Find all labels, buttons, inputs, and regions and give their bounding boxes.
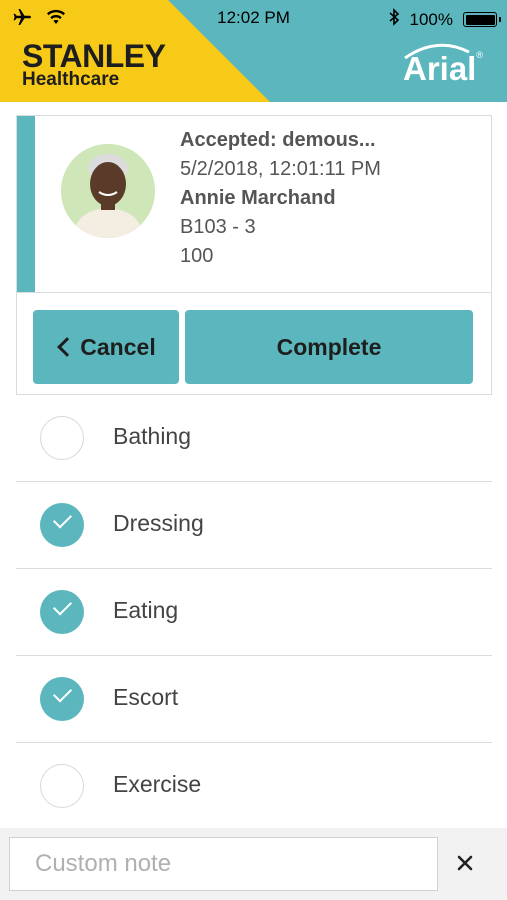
task-label: Eating [113, 597, 179, 623]
task-label: Exercise [113, 771, 202, 797]
app-header: 12:02 PM 100% STANLEY Healthcare Arial® [0, 0, 507, 102]
alert-accent-bar [17, 116, 35, 292]
task-item-escort[interactable]: Escort [16, 656, 492, 743]
checkbox-checked[interactable] [40, 677, 84, 721]
checkbox-unchecked[interactable] [40, 416, 84, 460]
alert-details: Accepted: demous... 5/2/2018, 12:01:11 P… [180, 126, 381, 271]
arial-logo: Arial® [403, 50, 483, 88]
custom-note-input[interactable] [9, 837, 438, 891]
chevron-left-icon [57, 337, 78, 357]
task-label: Bathing [113, 423, 192, 449]
alert-datetime: 5/2/2018, 12:01:11 PM [180, 158, 381, 180]
complete-button[interactable]: Complete [185, 310, 473, 384]
note-bar [0, 828, 507, 900]
task-label: Escort [113, 684, 179, 710]
arial-logo-text: Arial [402, 50, 477, 87]
checkbox-checked[interactable] [40, 590, 84, 634]
task-item-bathing[interactable]: Bathing [16, 395, 492, 482]
alert-card: Accepted: demous... 5/2/2018, 12:01:11 P… [16, 115, 492, 293]
task-item-exercise[interactable]: Exercise [16, 743, 492, 830]
bluetooth-icon [388, 8, 400, 31]
trademark-symbol: ® [476, 50, 483, 60]
task-list: Bathing Dressing Eating Escort Exercise [16, 395, 492, 830]
avatar [61, 144, 155, 238]
task-item-eating[interactable]: Eating [16, 569, 492, 656]
battery-icon [463, 12, 501, 27]
alert-title: Accepted: demous... [180, 129, 376, 151]
action-bar: Cancel Complete [16, 293, 492, 395]
alert-code: 100 [180, 245, 214, 267]
complete-label: Complete [276, 333, 382, 360]
status-bar: 12:02 PM 100% [0, 0, 507, 36]
task-label: Dressing [113, 510, 204, 536]
task-item-dressing[interactable]: Dressing [16, 482, 492, 569]
battery-percent: 100% [409, 9, 453, 29]
checkbox-checked[interactable] [40, 503, 84, 547]
checkbox-unchecked[interactable] [40, 764, 84, 808]
cancel-label: Cancel [80, 333, 156, 360]
resident-name: Annie Marchand [180, 187, 336, 209]
room-number: B103 - 3 [180, 216, 256, 238]
cancel-button[interactable]: Cancel [33, 310, 179, 384]
healthcare-label: Healthcare [22, 69, 120, 90]
close-icon[interactable] [450, 848, 480, 878]
